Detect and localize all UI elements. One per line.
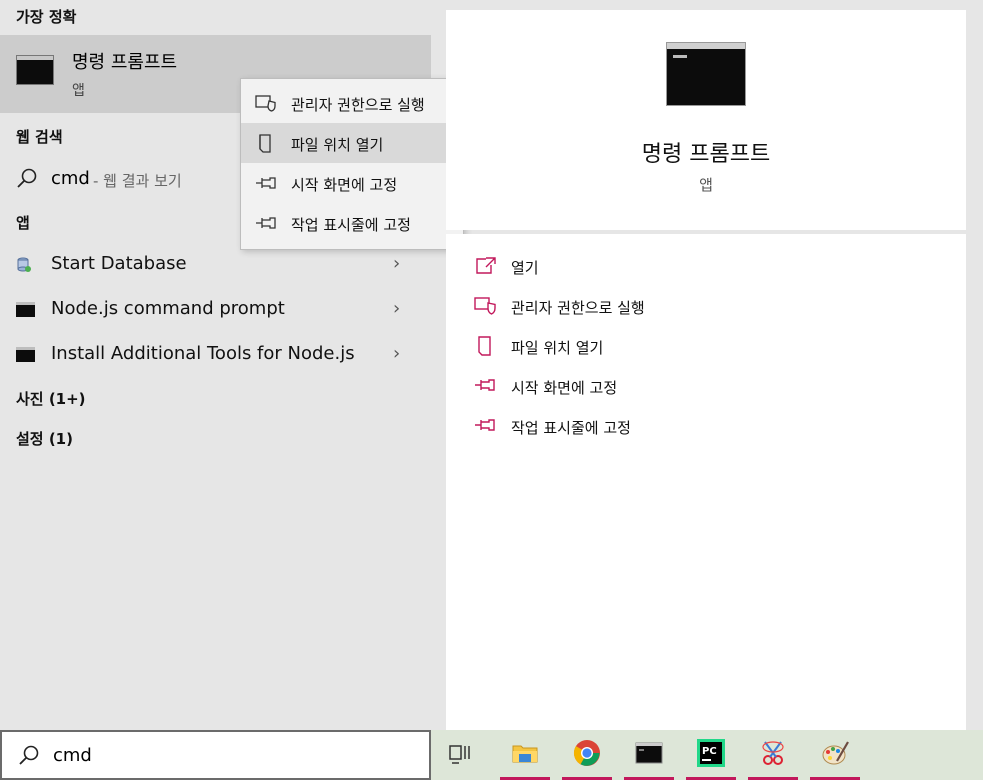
best-match-type: 앱 (72, 83, 85, 99)
action-label: 시작 화면에 고정 (511, 379, 618, 397)
app-label: Start Database (51, 253, 187, 274)
app-item-install-tools-nodejs[interactable]: Install Additional Tools for Node.js › (0, 332, 431, 376)
pin-icon (255, 174, 277, 192)
pin-icon (474, 416, 498, 436)
shield-icon (474, 296, 498, 316)
context-open-file-location[interactable]: 파일 위치 열기 (241, 123, 463, 163)
search-icon (18, 744, 40, 770)
pycharm-icon: PC (697, 739, 725, 767)
chrome-icon (573, 740, 600, 766)
context-pin-to-taskbar[interactable]: 작업 표시줄에 고정 (241, 203, 463, 243)
pycharm-button[interactable]: PC (686, 730, 736, 780)
taskbar-search-text[interactable]: cmd (53, 745, 92, 766)
web-search-hint: - 웹 결과 보기 (93, 172, 182, 190)
app-item-nodejs-command-prompt[interactable]: Node.js command prompt › (0, 287, 431, 331)
file-explorer-button[interactable] (500, 730, 550, 780)
open-icon (474, 256, 498, 276)
preview-actions: 열기 관리자 권한으로 실행 파일 위치 열기 시작 화면에 고정 작업 표시줄… (446, 234, 966, 730)
console-icon (16, 347, 35, 362)
context-pin-to-start[interactable]: 시작 화면에 고정 (241, 163, 463, 203)
chrome-button[interactable] (562, 730, 612, 780)
folder-location-icon (255, 134, 277, 153)
svg-text:PC: PC (702, 746, 717, 757)
snipping-tool-button[interactable] (748, 730, 798, 780)
action-open[interactable]: 열기 (474, 254, 874, 284)
best-match-name: 명령 프롬프트 (72, 52, 178, 73)
folder-location-icon (474, 336, 498, 356)
paint-icon (822, 741, 849, 765)
chevron-right-icon[interactable]: › (393, 253, 400, 274)
action-pin-to-start[interactable]: 시작 화면에 고정 (474, 374, 874, 404)
action-run-as-admin[interactable]: 관리자 권한으로 실행 (474, 294, 874, 324)
best-match-heading: 가장 정확 (16, 8, 77, 26)
shield-icon (255, 94, 277, 112)
console-icon (16, 302, 35, 317)
action-open-file-location[interactable]: 파일 위치 열기 (474, 334, 874, 364)
snipping-icon (762, 741, 784, 765)
context-item-label: 시작 화면에 고정 (291, 176, 398, 194)
chevron-right-icon[interactable]: › (393, 343, 400, 364)
preview-app-type: 앱 (699, 176, 713, 194)
pin-icon (255, 214, 277, 232)
task-view-button[interactable] (436, 730, 486, 780)
context-run-as-admin[interactable]: 관리자 권한으로 실행 (241, 83, 463, 123)
terminal-icon (635, 742, 663, 764)
action-pin-to-taskbar[interactable]: 작업 표시줄에 고정 (474, 414, 874, 444)
preview-app-name: 명령 프롬프트 (641, 142, 771, 167)
database-icon (16, 257, 35, 272)
command-prompt-large-icon (666, 42, 746, 106)
chevron-right-icon[interactable]: › (393, 298, 400, 319)
task-view-icon (449, 745, 470, 764)
context-item-label: 파일 위치 열기 (291, 136, 384, 154)
file-explorer-icon (512, 745, 538, 763)
web-search-heading: 웹 검색 (16, 128, 63, 146)
taskbar-search-box[interactable]: cmd (0, 730, 431, 780)
action-label: 파일 위치 열기 (511, 339, 604, 357)
action-label: 열기 (511, 259, 539, 277)
terminal-button[interactable] (624, 730, 674, 780)
apps-heading: 앱 (16, 214, 30, 232)
app-label: Install Additional Tools for Node.js (51, 343, 355, 364)
paint-button[interactable] (810, 730, 860, 780)
pin-icon (474, 376, 498, 396)
web-search-query: cmd (51, 168, 90, 189)
app-label: Node.js command prompt (51, 298, 285, 319)
command-prompt-icon (16, 55, 54, 85)
search-icon (16, 167, 38, 193)
context-menu: 관리자 권한으로 실행 파일 위치 열기 시작 화면에 고정 작업 표시줄에 고… (240, 78, 464, 250)
preview-header: 명령 프롬프트 앱 (446, 10, 966, 230)
settings-heading[interactable]: 설정 (1) (16, 428, 73, 449)
action-label: 작업 표시줄에 고정 (511, 419, 631, 437)
context-item-label: 관리자 권한으로 실행 (291, 96, 425, 114)
action-label: 관리자 권한으로 실행 (511, 299, 645, 317)
context-item-label: 작업 표시줄에 고정 (291, 216, 411, 234)
photos-heading[interactable]: 사진 (1+) (16, 388, 86, 409)
